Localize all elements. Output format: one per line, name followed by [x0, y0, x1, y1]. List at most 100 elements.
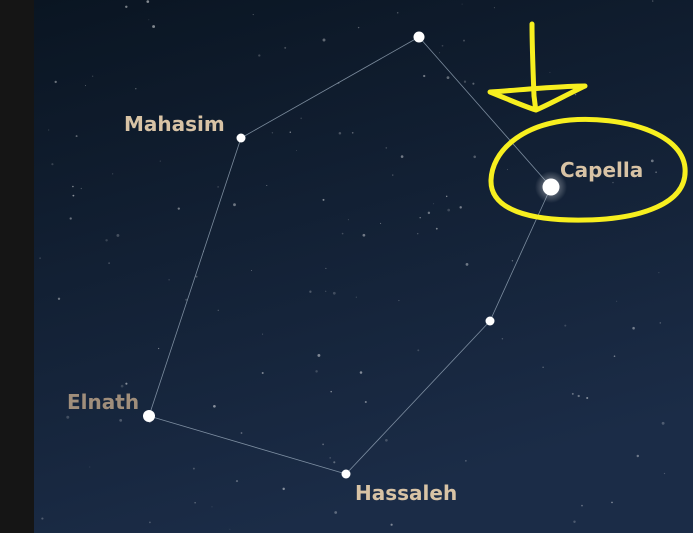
background-star — [612, 181, 614, 184]
background-star — [85, 85, 86, 87]
background-star — [564, 324, 567, 327]
background-star — [465, 263, 469, 266]
background-star — [217, 309, 219, 311]
background-star — [447, 208, 451, 212]
background-star — [392, 174, 394, 176]
background-star — [573, 520, 576, 524]
background-star — [271, 132, 274, 134]
background-star — [261, 371, 264, 375]
background-star — [322, 198, 325, 201]
star-elnath[interactable] — [143, 410, 155, 422]
background-star — [616, 300, 618, 302]
background-star — [461, 3, 463, 5]
background-star — [251, 270, 252, 271]
background-star — [380, 222, 382, 224]
background-star — [92, 75, 94, 77]
background-star — [435, 227, 438, 230]
background-star — [194, 502, 196, 504]
sky-chart-view: Mahasim Capella Hassaleh Elnath — [0, 0, 693, 533]
background-star — [233, 203, 236, 207]
background-star — [211, 506, 213, 508]
background-star — [571, 392, 574, 395]
background-star — [120, 384, 124, 388]
background-star — [463, 80, 467, 83]
background-star — [41, 517, 44, 520]
background-star — [54, 80, 57, 84]
star-top[interactable] — [413, 31, 425, 43]
background-star — [282, 487, 285, 491]
background-star — [611, 501, 613, 504]
background-star — [108, 262, 110, 264]
background-star — [69, 217, 72, 220]
background-star — [146, 0, 150, 3]
star-mahasim[interactable] — [236, 133, 246, 143]
background-star — [542, 366, 544, 368]
background-star — [322, 38, 326, 42]
background-star — [493, 7, 495, 9]
background-star — [48, 129, 50, 131]
background-star — [663, 472, 666, 475]
background-star — [135, 88, 137, 90]
background-star — [472, 82, 475, 85]
background-star — [655, 171, 657, 174]
sky-background — [34, 0, 693, 533]
background-star — [586, 396, 589, 400]
background-star — [419, 216, 421, 219]
background-star — [322, 443, 324, 446]
background-star — [446, 76, 450, 79]
background-star — [39, 257, 41, 260]
background-star — [66, 415, 70, 419]
side-panel — [0, 0, 34, 533]
background-star — [105, 239, 108, 242]
background-star — [177, 207, 180, 210]
background-star — [501, 338, 504, 340]
background-star — [334, 511, 338, 514]
background-star — [398, 300, 400, 302]
background-star — [51, 163, 54, 166]
background-star — [433, 203, 435, 205]
background-star — [651, 0, 654, 2]
background-star — [333, 461, 336, 464]
background-star — [258, 54, 261, 57]
label-mahasim[interactable]: Mahasim — [124, 112, 225, 136]
background-star — [417, 233, 419, 235]
background-star — [296, 150, 297, 151]
star-hassaleh[interactable] — [341, 469, 351, 479]
background-star — [80, 187, 82, 190]
background-star — [400, 155, 404, 158]
background-star — [574, 93, 577, 96]
background-star — [359, 371, 363, 374]
background-star — [152, 25, 156, 28]
background-star — [338, 131, 342, 135]
background-star — [72, 185, 74, 188]
background-star — [329, 457, 332, 459]
star-mid[interactable] — [485, 316, 495, 326]
background-star — [116, 233, 120, 237]
background-star — [125, 5, 128, 9]
background-star — [439, 52, 441, 54]
background-star — [89, 466, 91, 468]
star-capella[interactable] — [542, 178, 560, 196]
background-star — [119, 419, 123, 422]
background-star — [459, 206, 462, 209]
background-star — [168, 278, 170, 281]
background-star — [661, 421, 665, 425]
background-star — [289, 131, 292, 134]
background-star — [357, 26, 360, 29]
background-star — [317, 353, 321, 357]
label-elnath[interactable]: Elnath — [67, 390, 139, 414]
background-star — [362, 233, 366, 237]
background-star — [325, 267, 327, 269]
background-star — [149, 521, 151, 524]
background-star — [240, 432, 243, 434]
background-star — [315, 370, 318, 373]
background-star — [325, 290, 327, 292]
background-star — [347, 219, 349, 221]
background-star — [636, 454, 640, 458]
label-capella[interactable]: Capella — [560, 158, 643, 182]
background-star — [396, 12, 399, 14]
background-star — [390, 523, 393, 526]
background-star — [300, 117, 303, 120]
background-star — [75, 135, 78, 138]
label-hassaleh[interactable]: Hassaleh — [355, 481, 457, 505]
